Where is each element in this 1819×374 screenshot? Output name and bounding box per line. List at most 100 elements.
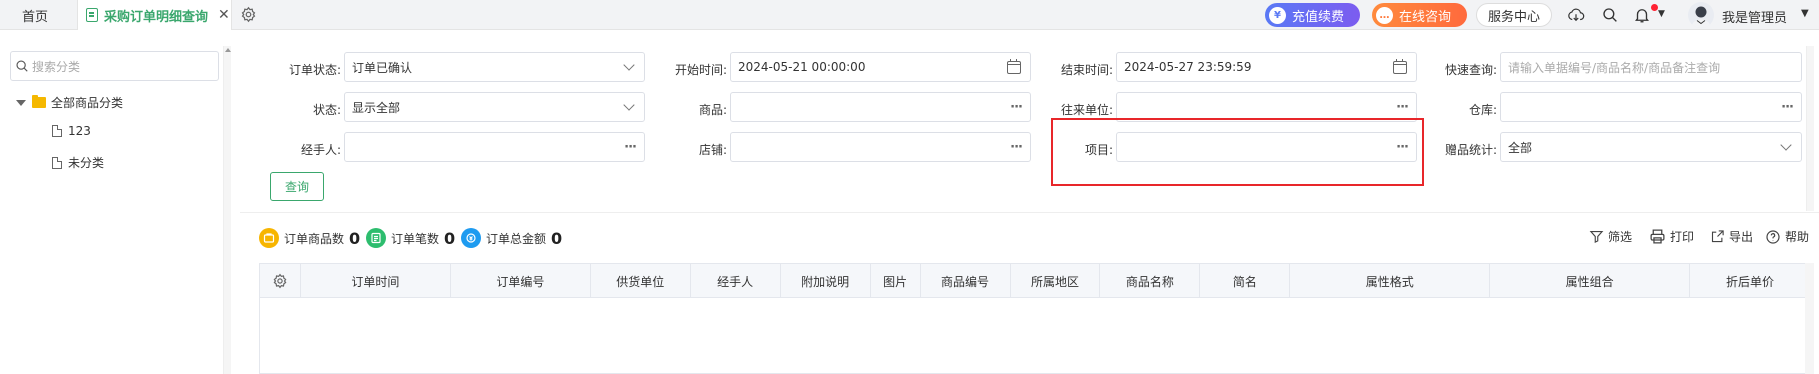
stat-value: 0 <box>444 228 456 248</box>
column-header[interactable]: 商品名称 <box>1100 264 1201 298</box>
notification-dot <box>1651 4 1658 11</box>
order-status-select[interactable]: 订单已确认 <box>344 52 645 82</box>
service-center-button[interactable]: 服务中心 <box>1476 3 1552 27</box>
category-search-input[interactable]: 搜索分类 <box>10 51 219 81</box>
column-header[interactable]: 供货单位 <box>591 264 691 298</box>
chat-icon: … <box>1376 6 1393 24</box>
column-header[interactable]: 订单时间 <box>301 264 451 298</box>
warehouse-picker[interactable]: ··· <box>1500 92 1802 122</box>
column-header[interactable]: 图片 <box>871 264 921 298</box>
receipt-icon <box>366 228 386 248</box>
query-button[interactable]: 查询 <box>270 172 324 201</box>
tree-item-all-categories[interactable]: 全部商品分类 <box>16 94 123 111</box>
tree-item-label: 123 <box>68 124 91 138</box>
tab-purchase-order-detail[interactable]: 采购订单明细查询 ✕ <box>77 0 232 30</box>
filter-button[interactable]: 筛选 <box>1589 228 1632 245</box>
help-button[interactable]: 帮助 <box>1765 228 1809 245</box>
avatar[interactable] <box>1688 2 1714 28</box>
user-name[interactable]: 我是管理员 <box>1722 7 1787 26</box>
product-picker[interactable]: ··· <box>730 92 1031 122</box>
order-status-value: 订单已确认 <box>352 60 413 75</box>
column-header[interactable]: 折后单价 <box>1690 264 1810 298</box>
start-time-value: 2024-05-21 00:00:00 <box>738 60 866 74</box>
quick-query-input[interactable]: 请输入单据编号/商品名称/商品备注查询 <box>1500 52 1802 82</box>
export-button[interactable]: 导出 <box>1710 228 1753 245</box>
file-icon <box>52 125 62 137</box>
tree-item-uncategorized[interactable]: 未分类 <box>52 154 104 171</box>
file-icon <box>52 156 62 169</box>
handler-label: 经手人: <box>300 143 341 157</box>
print-button[interactable]: 打印 <box>1649 228 1694 245</box>
gift-stats-value: 全部 <box>1508 140 1533 155</box>
column-header[interactable]: 订单编号 <box>451 264 591 298</box>
funnel-icon <box>1589 230 1604 244</box>
document-icon <box>86 8 98 22</box>
recharge-button[interactable]: ¥ 充值续费 <box>1265 3 1360 27</box>
column-header[interactable]: 附加说明 <box>781 264 871 298</box>
table-scrollbar[interactable] <box>1805 263 1814 374</box>
printer-icon <box>1650 229 1665 244</box>
handler-picker[interactable]: ··· <box>344 132 645 162</box>
more-icon[interactable]: ··· <box>1396 100 1409 115</box>
filter-label: 筛选 <box>1608 230 1633 244</box>
stat-label: 订单商品数 <box>284 231 345 246</box>
gear-icon[interactable] <box>240 6 257 23</box>
gear-icon <box>273 273 287 289</box>
export-label: 导出 <box>1729 230 1754 244</box>
status-value: 显示全部 <box>352 100 401 115</box>
consult-button[interactable]: … 在线咨询 <box>1372 3 1467 27</box>
tab-label: 采购订单明细查询 <box>104 9 209 25</box>
end-time-label: 结束时间: <box>1060 63 1113 77</box>
quick-query-label: 快速查询: <box>1444 63 1497 77</box>
gift-stats-select[interactable]: 全部 <box>1500 132 1802 162</box>
start-time-field[interactable]: 2024-05-21 00:00:00 <box>730 52 1031 82</box>
more-icon[interactable]: ··· <box>1781 100 1794 115</box>
stat-order-amount: 订单总金额 0 <box>461 228 562 248</box>
more-icon[interactable]: ··· <box>1010 140 1023 155</box>
box-icon <box>259 228 279 248</box>
more-icon[interactable]: ··· <box>624 140 637 155</box>
column-header[interactable]: 简名 <box>1200 264 1291 298</box>
stat-value: 0 <box>349 228 361 248</box>
coin-icon <box>461 228 481 248</box>
close-icon[interactable]: ✕ <box>218 7 230 23</box>
highlight-box <box>1051 118 1424 186</box>
consult-label: 在线咨询 <box>1399 9 1452 25</box>
column-header[interactable]: 所属地区 <box>1011 264 1101 298</box>
help-icon <box>1766 229 1780 244</box>
bell-icon[interactable] <box>1633 6 1651 24</box>
column-settings[interactable] <box>260 264 301 298</box>
calendar-icon[interactable] <box>1393 58 1407 74</box>
money-bag-icon: ¥ <box>1269 6 1286 24</box>
stat-label: 订单笔数 <box>391 231 440 246</box>
chevron-down-icon[interactable]: ▼ <box>1801 8 1809 19</box>
column-header[interactable]: 商品编号 <box>921 264 1011 298</box>
chevron-down-icon <box>623 99 635 111</box>
column-header[interactable]: 经手人 <box>691 264 781 298</box>
sidebar-scrollbar[interactable] <box>223 46 231 374</box>
store-picker[interactable]: ··· <box>730 132 1031 162</box>
caret-down-icon[interactable]: ▼ <box>1658 9 1665 19</box>
export-icon <box>1711 230 1724 243</box>
gift-stats-label: 赠品统计: <box>1444 143 1497 157</box>
more-icon[interactable]: ··· <box>1010 100 1023 115</box>
filter-scrollbar[interactable] <box>1806 46 1814 211</box>
status-label: 状态: <box>312 103 341 117</box>
tab-home[interactable]: 首页 <box>22 0 48 30</box>
caret-down-icon[interactable] <box>16 99 26 106</box>
divider <box>240 212 1819 213</box>
tree-item-123[interactable]: 123 <box>52 124 91 138</box>
category-sidebar <box>0 30 232 374</box>
end-time-field[interactable]: 2024-05-27 23:59:59 <box>1116 52 1417 82</box>
cloud-download-icon[interactable] <box>1567 6 1585 24</box>
warehouse-label: 仓库: <box>1468 103 1497 117</box>
stat-label: 订单总金额 <box>486 231 547 246</box>
calendar-icon[interactable] <box>1007 58 1021 74</box>
recharge-label: 充值续费 <box>1292 9 1345 25</box>
column-header[interactable]: 属性组合 <box>1490 264 1691 298</box>
column-header[interactable]: 属性格式 <box>1290 264 1491 298</box>
status-select[interactable]: 显示全部 <box>344 92 645 122</box>
partner-label: 往来单位: <box>1060 103 1113 117</box>
search-icon[interactable] <box>1601 6 1619 24</box>
chevron-down-icon <box>1780 139 1792 151</box>
